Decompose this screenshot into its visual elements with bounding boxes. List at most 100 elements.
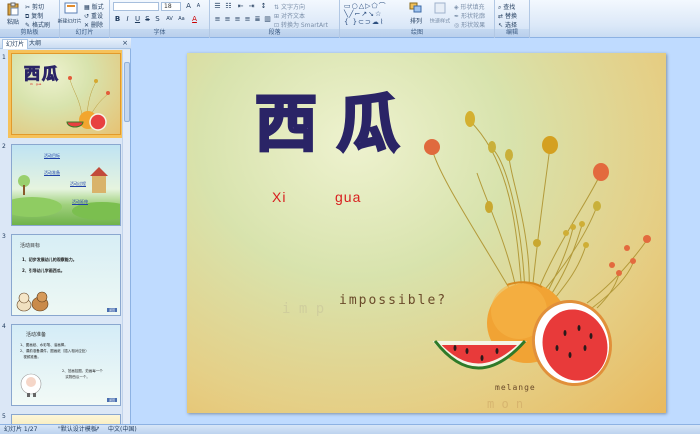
slide-thumbnail-1[interactable]: 西瓜 Xi gua bbox=[8, 50, 123, 138]
strikethrough-button[interactable]: S bbox=[143, 15, 152, 24]
quick-styles-icon bbox=[434, 2, 446, 14]
shape-fill-button[interactable]: ◈ 形状填充 bbox=[454, 2, 485, 11]
numbering-button[interactable]: ☷ bbox=[224, 2, 233, 11]
drawing-group-label: 绘图 bbox=[340, 29, 494, 37]
layout-label: 版式 bbox=[91, 4, 104, 11]
pinyin-2[interactable]: gua bbox=[335, 189, 361, 205]
melange-text: melange bbox=[495, 383, 536, 392]
pane-tabs: 幻灯片 大纲 × bbox=[0, 38, 131, 49]
cut-button[interactable]: ✂ 剪切 bbox=[25, 2, 44, 11]
slide-thumbnail-4[interactable]: 活动准备 1、图画纸、水彩笔、油画棒。 2、课前准备课件，图画纸（插入相对应处）… bbox=[11, 324, 121, 406]
columns-button[interactable]: ▥ bbox=[263, 15, 272, 24]
thumb-line-2: 2、课前准备课件，图画纸（插入相对应处） bbox=[20, 349, 89, 353]
decrease-indent-button[interactable]: ⇤ bbox=[236, 2, 245, 11]
layout-button[interactable]: ▦ 版式 bbox=[84, 2, 104, 11]
find-label: 查找 bbox=[503, 4, 516, 11]
reset-icon: ↺ bbox=[84, 13, 90, 20]
bold-button[interactable]: B bbox=[113, 15, 122, 24]
slides-pane: 幻灯片 大纲 × 1 西瓜 Xi gua 2 活动目标 活动准备 活动过程 活动… bbox=[0, 38, 131, 424]
align-text-button[interactable]: ⊞ 对齐文本 bbox=[274, 11, 305, 20]
align-left-button[interactable]: ≡ bbox=[213, 15, 222, 24]
thumbnail-scrollbar[interactable] bbox=[122, 50, 130, 424]
thumb-number: 4 bbox=[2, 323, 6, 330]
font-group: 18 A A B I U S S AV Aa A 字体 bbox=[110, 0, 210, 38]
convert-smartart-button[interactable]: ⊡ 转换为 SmartArt bbox=[274, 20, 328, 29]
bullets-button[interactable]: ☰ bbox=[213, 2, 222, 11]
line-spacing-button[interactable]: ↕ bbox=[259, 2, 268, 11]
thumb-number: 2 bbox=[2, 143, 6, 150]
slide-thumbnail-2[interactable]: 活动目标 活动准备 活动过程 活动延伸 bbox=[11, 144, 121, 226]
format-painter-label: 格式刷 bbox=[31, 22, 50, 29]
arrange-icon bbox=[409, 2, 422, 13]
reset-button[interactable]: ↺ 重设 bbox=[84, 11, 103, 20]
theme-name[interactable]: "默认设计模板" bbox=[58, 425, 100, 434]
ribbon: 粘贴 ✂ 剪切 ⧉ 复制 ✎ 格式刷 剪贴板 新建幻灯片 ▦ 版式 ↺ 重设 ✕… bbox=[0, 0, 700, 38]
pinyin-1[interactable]: Xi bbox=[272, 189, 286, 205]
back-button[interactable]: 返回 bbox=[106, 398, 117, 402]
shadow-button[interactable]: S bbox=[153, 15, 162, 24]
landscape-image bbox=[12, 167, 120, 220]
replace-icon: ⇄ bbox=[498, 13, 504, 20]
binoculars-icon: ⌕ bbox=[498, 4, 502, 11]
delete-button[interactable]: ✕ 删除 bbox=[84, 20, 103, 29]
shapes-gallery[interactable]: ▭○△▷⬠⌒ ╲╱⌐↗↘☆ { }⊂⊃☁⌇ bbox=[344, 2, 402, 28]
font-size-combo[interactable]: 18 bbox=[161, 2, 181, 11]
thumb-number: 1 bbox=[2, 54, 6, 61]
title-char-1[interactable]: 西 bbox=[253, 91, 318, 156]
cut-label: 剪切 bbox=[31, 4, 44, 11]
shapes-row-3: { }⊂⊃☁⌇ bbox=[344, 18, 385, 26]
replace-button[interactable]: ⇄ 替换 bbox=[498, 11, 517, 20]
cursor-icon: ↖ bbox=[498, 22, 504, 29]
delete-icon: ✕ bbox=[84, 22, 90, 29]
justify-button[interactable]: ≡ bbox=[243, 15, 252, 24]
thumb-line-5: 实物西瓜一个。 bbox=[62, 375, 90, 379]
shape-effects-button[interactable]: ◎ 形状效果 bbox=[454, 20, 485, 29]
font-size-value: 18 bbox=[164, 3, 172, 10]
pen-icon: ✒ bbox=[454, 13, 460, 20]
slide-thumbnail-5[interactable] bbox=[11, 414, 121, 424]
clipboard-group-label: 剪贴板 bbox=[0, 29, 59, 37]
effects-icon: ◎ bbox=[454, 22, 460, 29]
language-indicator[interactable]: 中文(中国) bbox=[108, 425, 137, 434]
title-char-2[interactable]: 瓜 bbox=[335, 91, 400, 156]
font-group-label: 字体 bbox=[110, 29, 209, 37]
shape-outline-label: 形状轮廓 bbox=[460, 13, 485, 20]
svg-text:m o n: m o n bbox=[487, 397, 523, 411]
back-button[interactable]: 返回 bbox=[106, 308, 117, 312]
font-name-combo[interactable] bbox=[113, 2, 159, 11]
font-color-button[interactable]: A bbox=[190, 15, 199, 24]
arrange-button[interactable]: 排列 bbox=[406, 2, 426, 25]
quick-styles-button[interactable]: 快速样式 bbox=[428, 2, 452, 25]
change-case-button[interactable]: Aa bbox=[177, 15, 186, 24]
char-spacing-button[interactable]: AV bbox=[165, 15, 174, 24]
italic-button[interactable]: I bbox=[123, 15, 132, 24]
layout-icon: ▦ bbox=[84, 4, 90, 11]
thumb-heading: 活动准备 bbox=[26, 332, 47, 338]
slide-thumbnail-3[interactable]: 活动目标 1、初步发展幼儿的观察能力。 2、引导幼儿学画西瓜。 返回 bbox=[11, 234, 121, 316]
watermelon-image bbox=[66, 76, 110, 131]
tab-slides[interactable]: 幻灯片 bbox=[2, 39, 29, 49]
tab-outline[interactable]: 大纲 bbox=[26, 39, 44, 49]
delete-label: 删除 bbox=[90, 22, 103, 29]
format-painter-button[interactable]: ✎ 格式刷 bbox=[25, 20, 50, 29]
drawing-group: ▭○△▷⬠⌒ ╲╱⌐↗↘☆ { }⊂⊃☁⌇ 排列 快速样式 ◈ 形状填充 ✒ 形… bbox=[340, 0, 495, 38]
copy-label: 复制 bbox=[31, 13, 44, 20]
close-icon[interactable]: × bbox=[122, 39, 128, 47]
distribute-button[interactable]: ≣ bbox=[253, 15, 262, 24]
replace-label: 替换 bbox=[504, 13, 517, 20]
current-slide[interactable]: i m p m o n 西 瓜 Xi gua impossible? melan… bbox=[187, 53, 666, 413]
align-right-button[interactable]: ≡ bbox=[233, 15, 242, 24]
new-slide-button[interactable]: 新建幻灯片 bbox=[58, 2, 82, 25]
paste-button[interactable]: 粘贴 bbox=[4, 2, 22, 26]
shrink-font-button[interactable]: A bbox=[194, 2, 203, 11]
text-direction-button[interactable]: ⇅ 文字方向 bbox=[274, 2, 305, 11]
increase-indent-button[interactable]: ⇥ bbox=[247, 2, 256, 11]
grow-font-button[interactable]: A bbox=[184, 2, 193, 11]
select-button[interactable]: ↖ 选择 bbox=[498, 20, 517, 29]
shape-outline-button[interactable]: ✒ 形状轮廓 bbox=[454, 11, 485, 20]
spelling-check-icon[interactable]: ✓ bbox=[95, 425, 100, 434]
slides-group: 新建幻灯片 ▦ 版式 ↺ 重设 ✕ 删除 幻灯片 bbox=[58, 0, 110, 38]
scrollbar-thumb[interactable] bbox=[124, 62, 130, 122]
align-center-button[interactable]: ≡ bbox=[223, 15, 232, 24]
underline-button[interactable]: U bbox=[133, 15, 142, 24]
